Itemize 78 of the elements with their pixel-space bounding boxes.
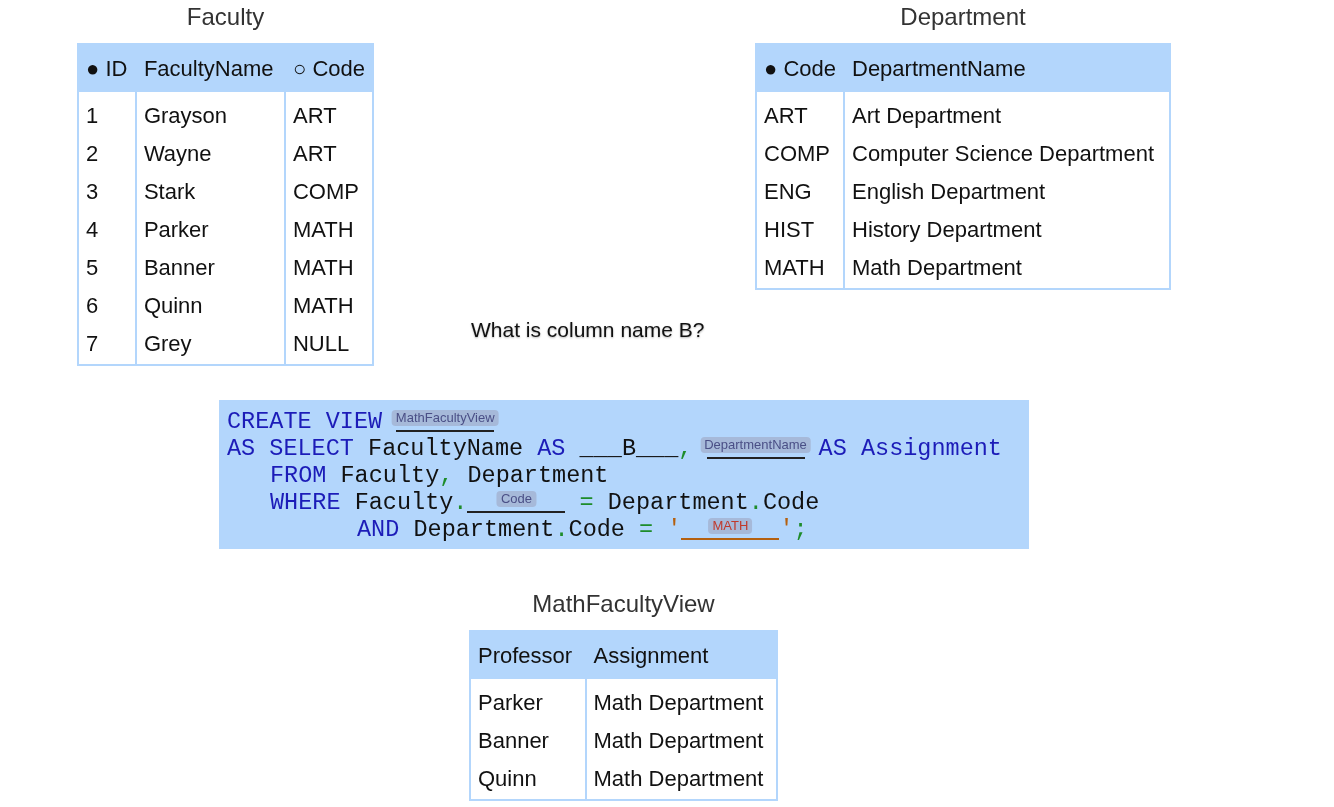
answer-chip[interactable]: MathFacultyView (391, 410, 499, 426)
table-cell: Wayne (143, 141, 212, 166)
code-token: . (554, 516, 569, 543)
table-cell: HIST (764, 217, 815, 242)
code-token: AS (537, 435, 567, 462)
table-cell: Parker (478, 690, 543, 715)
table-cell: Stark (143, 179, 196, 204)
code-token: Code (762, 489, 820, 516)
table-cell: Grey (143, 331, 192, 356)
table-title: MathFacultyView (532, 590, 715, 618)
table-cell: 7 (86, 331, 99, 356)
code-token: Code (568, 516, 626, 543)
code-token: , (439, 462, 455, 489)
table-cell: ART (764, 103, 808, 128)
table-title: Department (900, 3, 1026, 31)
table-cell: 6 (86, 293, 99, 318)
table-cell: History Department (852, 217, 1042, 242)
code-token: = (639, 516, 655, 543)
table-cell: Art Department (852, 103, 1002, 128)
answer-chip[interactable]: MATH (708, 518, 753, 534)
code-token: Department (467, 462, 609, 489)
table-cell: MATH (293, 217, 354, 242)
table-cell: 1 (86, 103, 99, 128)
table-cell: COMP (293, 179, 359, 204)
column-header: Professor (478, 642, 573, 668)
column-header: FacultyName (143, 55, 274, 81)
code-token: AND (357, 516, 401, 543)
code-token: Department (413, 516, 555, 543)
table-cell: Math Department (593, 728, 764, 753)
code-token: Faculty (354, 489, 454, 516)
table-cell: 4 (86, 217, 99, 242)
code-token: . (748, 489, 763, 516)
table-cell: Math Department (593, 690, 764, 715)
code-token: ___B___ (579, 435, 679, 462)
table-cell: 2 (86, 141, 99, 166)
table-cell: Math Department (593, 766, 764, 791)
code-token: ' (667, 516, 682, 543)
table-cell: Banner (143, 255, 215, 280)
code-token: ; (793, 516, 808, 543)
table-cell: Banner (478, 728, 549, 753)
table-cell: MATH (293, 293, 354, 318)
code-token: Department (607, 489, 749, 516)
answer-chip[interactable]: DepartmentName (700, 437, 811, 453)
code-token: FROM (270, 462, 328, 489)
table-cell: MATH (293, 255, 354, 280)
table-cell: Grayson (143, 103, 228, 128)
code-token: , (678, 435, 694, 462)
table-cell: Quinn (143, 293, 203, 318)
code-token: WHERE (270, 489, 342, 516)
table-cell: NULL (293, 331, 350, 356)
column-header: ○ Code (293, 55, 365, 81)
table-cell: Math Department (852, 255, 1022, 280)
table-cell: COMP (764, 141, 830, 166)
table-title: Faculty (186, 3, 265, 31)
table-cell: Parker (143, 217, 209, 242)
column-header: DepartmentName (852, 55, 1026, 81)
code-token: FacultyName (368, 435, 525, 462)
answer-chip[interactable]: Code (496, 491, 536, 507)
table-cell: MATH (764, 255, 825, 280)
code-token: AS Assignment (817, 435, 1002, 462)
code-token: CREATE VIEW (227, 408, 384, 435)
column-header: ● Code (764, 55, 836, 81)
code-token: Faculty (340, 462, 440, 489)
table-cell: Computer Science Department (852, 141, 1155, 166)
question-text: What is column name B? (471, 318, 705, 341)
table-cell: 5 (86, 255, 99, 280)
table-cell: 3 (86, 179, 99, 204)
column-header: Assignment (593, 642, 709, 668)
column-header: ● ID (86, 55, 128, 81)
code-token: . (453, 489, 468, 516)
table-cell: ENG (764, 179, 812, 204)
code-token: AS SELECT (227, 435, 355, 462)
code-token: = (578, 489, 595, 516)
table-cell: ART (293, 141, 337, 166)
table-cell: English Department (852, 179, 1046, 204)
code-token: ' (779, 516, 794, 543)
table-cell: Quinn (478, 766, 537, 791)
table-cell: ART (293, 103, 337, 128)
